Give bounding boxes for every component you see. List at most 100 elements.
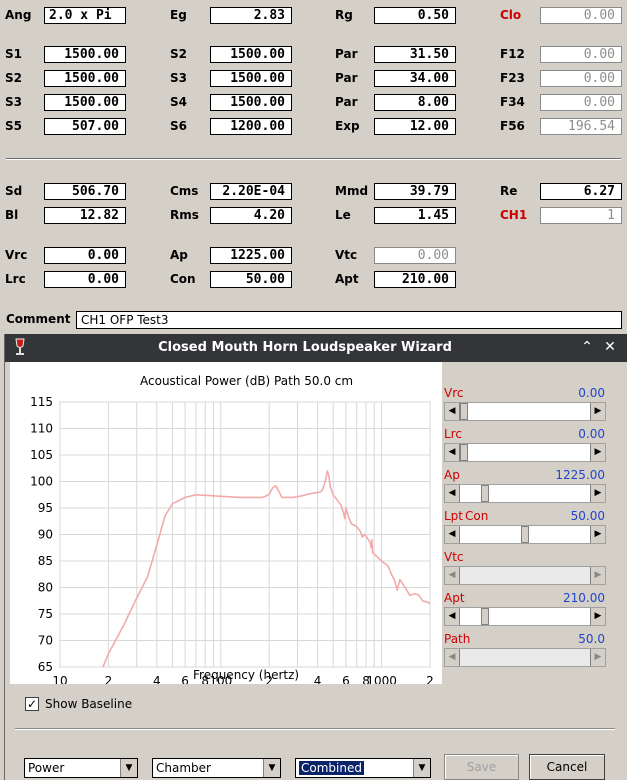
chevron-down-icon[interactable]: ▼ xyxy=(413,759,430,777)
s5-label: S5 xyxy=(5,119,22,133)
slider-1[interactable]: ◀ ▶ xyxy=(444,443,606,462)
par3-field[interactable]: 8.00 xyxy=(374,94,456,111)
arrow-right-icon[interactable]: ▶ xyxy=(590,485,605,502)
f34-label: F34 xyxy=(500,95,525,109)
slider-label-1: Lrc xyxy=(444,427,462,441)
show-baseline-label[interactable]: Show Baseline xyxy=(45,697,132,711)
cms-field[interactable]: 2.20E-04 xyxy=(210,183,292,200)
ch1-field[interactable]: 1 xyxy=(540,207,622,224)
arrow-left-icon[interactable]: ◀ xyxy=(445,444,460,461)
slider-label-6: Path xyxy=(444,632,471,646)
s5-field[interactable]: 507.00 xyxy=(44,118,126,135)
slider-label-3: Lpt xyxy=(444,509,464,523)
s1-label: S1 xyxy=(5,47,22,61)
slider-value-1: 0.00 xyxy=(578,427,605,441)
slider-3[interactable]: ◀ ▶ xyxy=(444,525,606,544)
slider-thumb[interactable] xyxy=(460,403,468,420)
x-tick-label: 6 xyxy=(342,674,350,684)
y-tick-label: 95 xyxy=(38,501,53,515)
f23-field[interactable]: 0.00 xyxy=(540,70,622,87)
slider-2[interactable]: ◀ ▶ xyxy=(444,484,606,503)
response-chart: 1151101051009590858075706510 2 4 6 8 100 2 4 6 81… xyxy=(30,395,434,684)
x-tick-label: 4 xyxy=(314,674,322,684)
arrow-right-icon[interactable]: ▶ xyxy=(590,567,605,584)
vtc-field[interactable]: 0.00 xyxy=(374,247,456,264)
arrow-left-icon[interactable]: ◀ xyxy=(445,526,460,543)
le-field[interactable]: 1.45 xyxy=(374,207,456,224)
con-field[interactable]: 50.00 xyxy=(210,271,292,288)
s3b-field[interactable]: 1500.00 xyxy=(44,94,126,111)
y-tick-label: 110 xyxy=(30,422,53,436)
ang-field[interactable]: 2.0 x Pi xyxy=(44,7,126,24)
s3b-label: S3 xyxy=(5,95,22,109)
slider-thumb[interactable] xyxy=(480,485,489,502)
power-select[interactable]: Power ▼ xyxy=(24,758,138,778)
mmd-field[interactable]: 39.79 xyxy=(374,183,456,200)
chevron-down-icon[interactable]: ▼ xyxy=(120,759,137,777)
par1-field[interactable]: 31.50 xyxy=(374,46,456,63)
ap-field[interactable]: 1225.00 xyxy=(210,247,292,264)
arrow-left-icon[interactable]: ◀ xyxy=(445,403,460,420)
arrow-right-icon[interactable]: ▶ xyxy=(590,649,605,666)
arrow-right-icon[interactable]: ▶ xyxy=(590,608,605,625)
comment-input[interactable]: CH1 OFP Test3 xyxy=(76,311,622,329)
s2a-field[interactable]: 1500.00 xyxy=(210,46,292,63)
slider-value-0: 0.00 xyxy=(578,386,605,400)
wizard-window: Closed Mouth Horn Loudspeaker Wizard ⌃ ✕… xyxy=(5,334,627,780)
show-baseline-checkbox[interactable]: ✓ xyxy=(25,697,39,711)
vrc-field[interactable]: 0.00 xyxy=(44,247,126,264)
wizard-titlebar[interactable]: Closed Mouth Horn Loudspeaker Wizard ⌃ ✕ xyxy=(5,334,627,362)
s4-field[interactable]: 1500.00 xyxy=(210,94,292,111)
y-tick-label: 85 xyxy=(38,554,53,568)
ang-label: Ang xyxy=(5,8,32,22)
chart-title: Acoustical Power (dB) Path 50.0 cm xyxy=(140,374,354,388)
slider-label-0: Vrc xyxy=(444,386,464,400)
slider-thumb[interactable] xyxy=(480,608,489,625)
s4-label: S4 xyxy=(170,95,187,109)
sd-field[interactable]: 506.70 xyxy=(44,183,126,200)
chevron-down-icon[interactable]: ▼ xyxy=(263,759,280,777)
sd-label: Sd xyxy=(5,184,23,198)
close-icon[interactable]: ✕ xyxy=(602,339,618,355)
apt-field[interactable]: 210.00 xyxy=(374,271,456,288)
slider-thumb[interactable] xyxy=(521,526,529,543)
combined-select[interactable]: Combined ▼ xyxy=(295,758,431,778)
cancel-button[interactable]: Cancel xyxy=(529,754,605,780)
save-button[interactable]: Save xyxy=(444,754,519,780)
slider-5[interactable]: ◀ ▶ xyxy=(444,607,606,626)
arrow-left-icon[interactable]: ◀ xyxy=(445,567,460,584)
arrow-left-icon[interactable]: ◀ xyxy=(445,608,460,625)
rms-field[interactable]: 4.20 xyxy=(210,207,292,224)
con-label: Con xyxy=(170,272,196,286)
f56-field[interactable]: 196.54 xyxy=(540,118,622,135)
par2-label: Par xyxy=(335,71,358,85)
clo-field[interactable]: 0.00 xyxy=(540,7,622,24)
rg-field[interactable]: 0.50 xyxy=(374,7,456,24)
par2-field[interactable]: 34.00 xyxy=(374,70,456,87)
eg-field[interactable]: 2.83 xyxy=(210,7,292,24)
f12-field[interactable]: 0.00 xyxy=(540,46,622,63)
f34-field[interactable]: 0.00 xyxy=(540,94,622,111)
arrow-right-icon[interactable]: ▶ xyxy=(590,444,605,461)
x-tick-label: 4 xyxy=(153,674,161,684)
x-tick-label: 2 xyxy=(426,674,434,684)
y-tick-label: 75 xyxy=(38,607,53,621)
s6-field[interactable]: 1200.00 xyxy=(210,118,292,135)
slider-0[interactable]: ◀ ▶ xyxy=(444,402,606,421)
bl-field[interactable]: 12.82 xyxy=(44,207,126,224)
lrc-field[interactable]: 0.00 xyxy=(44,271,126,288)
s1-field[interactable]: 1500.00 xyxy=(44,46,126,63)
s3a-field[interactable]: 1500.00 xyxy=(210,70,292,87)
vtc-label: Vtc xyxy=(335,248,358,262)
slider-thumb[interactable] xyxy=(460,444,468,461)
arrow-left-icon[interactable]: ◀ xyxy=(445,485,460,502)
arrow-right-icon[interactable]: ▶ xyxy=(590,526,605,543)
arrow-right-icon[interactable]: ▶ xyxy=(590,403,605,420)
s2b-field[interactable]: 1500.00 xyxy=(44,70,126,87)
collapse-icon[interactable]: ⌃ xyxy=(579,339,595,355)
slider-4: ◀ ▶ xyxy=(444,566,606,585)
re-field[interactable]: 6.27 xyxy=(540,183,622,200)
exp-field[interactable]: 12.00 xyxy=(374,118,456,135)
arrow-left-icon[interactable]: ◀ xyxy=(445,649,460,666)
chamber-select[interactable]: Chamber ▼ xyxy=(152,758,281,778)
